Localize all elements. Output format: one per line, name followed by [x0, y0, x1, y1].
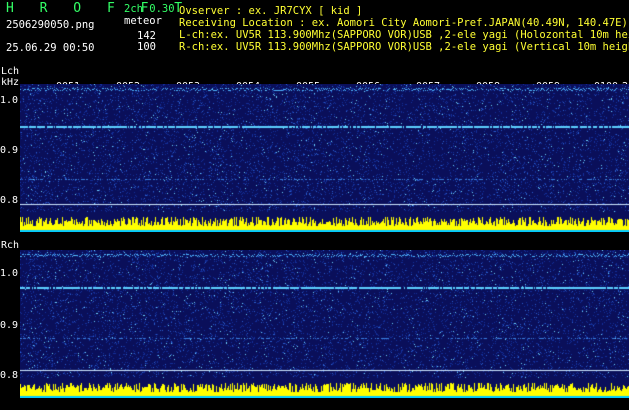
lch-unit-label: kHz — [1, 77, 20, 88]
lch-waterfall — [20, 84, 629, 232]
mode-label: 2ch 0.30 — [124, 3, 175, 15]
datetime-label: 25.06.29 00:50 — [6, 42, 95, 54]
observer-info: Ovserver : ex. JR7CYX [ kid ] — [179, 5, 363, 17]
rch-label: Rch — [1, 240, 20, 251]
rch-waterfall-canvas — [20, 250, 629, 398]
filename-label: 2506290050.png — [6, 19, 95, 31]
right-meteor-count: 100 — [137, 41, 156, 53]
rch-tick-0-9: 0.9 — [0, 320, 19, 331]
lch-info: L-ch:ex. UV5R 113.900Mhz(SAPPORO VOR)USB… — [179, 29, 629, 41]
rch-info: R-ch:ex. UV5R 113.900Mhz(SAPPORO VOR)USB… — [179, 41, 629, 53]
rch-tick-1-0: 1.0 — [0, 268, 19, 279]
lch-label: Lch — [1, 66, 20, 77]
meteor-label: meteor — [124, 15, 162, 27]
lch-tick-1-0: 1.0 — [0, 95, 19, 106]
lch-tick-0-9: 0.9 — [0, 145, 19, 156]
rch-tick-0-8: 0.8 — [0, 370, 19, 381]
lch-tick-0-8: 0.8 — [0, 195, 19, 206]
lch-waterfall-canvas — [20, 84, 629, 232]
location-info: Receiving Location : ex. Aomori City Aom… — [179, 17, 628, 29]
rch-waterfall — [20, 250, 629, 398]
